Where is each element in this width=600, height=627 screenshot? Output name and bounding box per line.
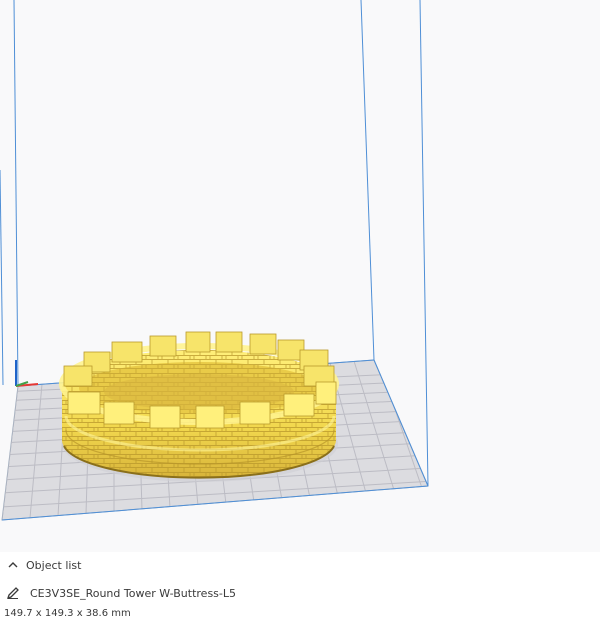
tower-model[interactable] <box>59 331 339 482</box>
pencil-icon[interactable] <box>0 580 26 606</box>
object-list-label: Object list <box>26 558 82 572</box>
object-name: CE3V3SE_Round Tower W-Buttress-L5 <box>30 586 237 600</box>
object-list-panel: Object list CE3V3SE_Round Tower W-Buttre… <box>0 552 600 627</box>
3d-viewport[interactable] <box>0 0 600 627</box>
axis-gizmo <box>15 360 39 387</box>
chevron-up-icon[interactable] <box>0 552 26 578</box>
object-list-header[interactable]: Object list <box>0 552 300 578</box>
object-dimensions: 149.7 x 149.3 x 38.6 mm <box>4 608 131 619</box>
object-row[interactable]: CE3V3SE_Round Tower W-Buttress-L5 <box>0 580 400 606</box>
